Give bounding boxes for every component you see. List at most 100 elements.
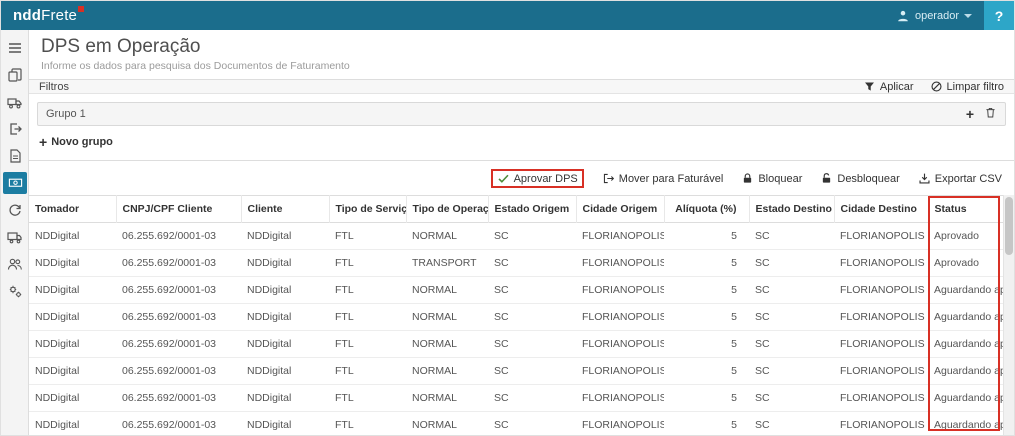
table-cell: 06.255.692/0001-03 (116, 250, 241, 277)
table-cell: FTL (329, 358, 406, 385)
column-header[interactable]: Tipo de Serviço (329, 196, 406, 223)
sidebar-item-settings[interactable] (1, 277, 29, 304)
help-button[interactable]: ? (984, 1, 1014, 30)
column-header[interactable]: Tomador (29, 196, 116, 223)
table-cell: Aprovado (928, 250, 1003, 277)
column-header[interactable]: Tipo de Operação (406, 196, 488, 223)
table-cell: FLORIANOPOLIS (834, 412, 928, 436)
trash-icon (984, 106, 997, 119)
move-to-billable-button[interactable]: Mover para Faturável (602, 172, 724, 185)
table-row[interactable]: NDDigital06.255.692/0001-03NDDigitalFTLN… (29, 358, 1003, 385)
unblock-label: Desbloquear (837, 173, 899, 185)
apply-filter-label: Aplicar (880, 81, 914, 93)
table-cell: FLORIANOPOLIS (834, 250, 928, 277)
table-cell: NDDigital (241, 223, 329, 250)
table-cell: FTL (329, 304, 406, 331)
new-group-label: Novo grupo (51, 136, 113, 148)
table-cell: SC (488, 385, 576, 412)
column-header[interactable]: Alíquota (%) (664, 196, 749, 223)
table-cell: NORMAL (406, 412, 488, 436)
table-cell: 5 (664, 358, 749, 385)
sidebar-item-delivery[interactable] (1, 223, 29, 250)
table-cell: 5 (664, 385, 749, 412)
table-cell: SC (488, 358, 576, 385)
delete-group-button[interactable] (984, 106, 997, 122)
table-cell: NDDigital (29, 250, 116, 277)
block-label: Bloquear (758, 173, 802, 185)
table-cell: NORMAL (406, 277, 488, 304)
table-cell: NDDigital (241, 412, 329, 436)
dps-table-container: TomadorCNPJ/CPF ClienteClienteTipo de Se… (29, 195, 1014, 436)
sidebar-item-export[interactable] (1, 115, 29, 142)
plus-icon: + (39, 135, 47, 149)
table-cell: FTL (329, 385, 406, 412)
sidebar-item-truck[interactable] (1, 88, 29, 115)
table-body: NDDigital06.255.692/0001-03NDDigitalFTLN… (29, 223, 1003, 436)
page-subtitle: Informe os dados para pesquisa dos Docum… (41, 60, 1002, 72)
table-cell: FLORIANOPOLIS (834, 331, 928, 358)
column-header[interactable]: Estado Origem (488, 196, 576, 223)
table-row[interactable]: NDDigital06.255.692/0001-03NDDigitalFTLN… (29, 412, 1003, 436)
table-row[interactable]: NDDigital06.255.692/0001-03NDDigitalFTLN… (29, 385, 1003, 412)
table-cell: NDDigital (29, 358, 116, 385)
table-row[interactable]: NDDigital06.255.692/0001-03NDDigitalFTLN… (29, 304, 1003, 331)
column-header[interactable]: CNPJ/CPF Cliente (116, 196, 241, 223)
filter-group-actions: + (966, 106, 997, 122)
table-cell: NDDigital (241, 331, 329, 358)
filters-actions: Aplicar Limpar filtro (863, 80, 1004, 93)
filter-icon (863, 80, 876, 93)
move-to-billable-label: Mover para Faturável (619, 173, 724, 185)
table-row[interactable]: NDDigital06.255.692/0001-03NDDigitalFTLT… (29, 250, 1003, 277)
table-cell: NDDigital (29, 304, 116, 331)
users-icon (7, 256, 23, 272)
table-cell: NDDigital (241, 358, 329, 385)
clear-filter-label: Limpar filtro (947, 81, 1004, 93)
sidebar-item-billing[interactable] (1, 169, 29, 196)
block-button[interactable]: Bloquear (741, 172, 802, 185)
table-cell: FTL (329, 412, 406, 436)
table-row[interactable]: NDDigital06.255.692/0001-03NDDigitalFTLN… (29, 331, 1003, 358)
table-row[interactable]: NDDigital06.255.692/0001-03NDDigitalFTLN… (29, 223, 1003, 250)
table-cell: FLORIANOPOLIS (576, 277, 664, 304)
sidebar-item-document[interactable] (1, 142, 29, 169)
table-cell: NORMAL (406, 331, 488, 358)
table-cell: 06.255.692/0001-03 (116, 277, 241, 304)
sidebar-item-sync[interactable] (1, 196, 29, 223)
unblock-button[interactable]: Desbloquear (820, 172, 899, 185)
approve-dps-button[interactable]: Aprovar DPS (491, 169, 584, 188)
scrollbar-thumb[interactable] (1005, 197, 1013, 255)
table-cell: NDDigital (241, 277, 329, 304)
table-cell: NDDigital (29, 412, 116, 436)
brand-flag-icon (78, 6, 84, 12)
column-header[interactable]: Cidade Destino (834, 196, 928, 223)
app-window: nddFrete operador ? (0, 0, 1015, 436)
table-row[interactable]: NDDigital06.255.692/0001-03NDDigitalFTLN… (29, 277, 1003, 304)
column-header[interactable]: Cliente (241, 196, 329, 223)
clear-filter-icon (930, 80, 943, 93)
clear-filter-button[interactable]: Limpar filtro (930, 80, 1004, 93)
filter-group-panel[interactable]: Grupo 1 + (37, 102, 1006, 126)
unlock-icon (820, 172, 833, 185)
table-cell: Aguardando aprovação (928, 412, 1003, 436)
vertical-scrollbar[interactable] (1003, 195, 1014, 436)
sidebar-item-users[interactable] (1, 250, 29, 277)
table-cell: FLORIANOPOLIS (576, 331, 664, 358)
table-cell: NORMAL (406, 223, 488, 250)
table-cell: FLORIANOPOLIS (834, 277, 928, 304)
add-condition-button[interactable]: + (966, 107, 974, 121)
new-group-button[interactable]: + Novo grupo (39, 135, 113, 149)
column-header[interactable]: Cidade Origem (576, 196, 664, 223)
sidebar-item-documents[interactable] (1, 61, 29, 88)
table-cell: FLORIANOPOLIS (834, 223, 928, 250)
column-header[interactable]: Estado Destino (749, 196, 834, 223)
apply-filter-button[interactable]: Aplicar (863, 80, 914, 93)
gears-icon (7, 283, 23, 299)
table-cell: 06.255.692/0001-03 (116, 304, 241, 331)
user-menu[interactable]: operador (884, 1, 984, 30)
export-csv-button[interactable]: Exportar CSV (918, 172, 1002, 185)
delivery-truck-icon (7, 229, 23, 245)
table-cell: FLORIANOPOLIS (576, 223, 664, 250)
table-cell: FLORIANOPOLIS (834, 385, 928, 412)
column-header[interactable]: Status (928, 196, 1003, 223)
sidebar-item-menu[interactable] (1, 34, 29, 61)
